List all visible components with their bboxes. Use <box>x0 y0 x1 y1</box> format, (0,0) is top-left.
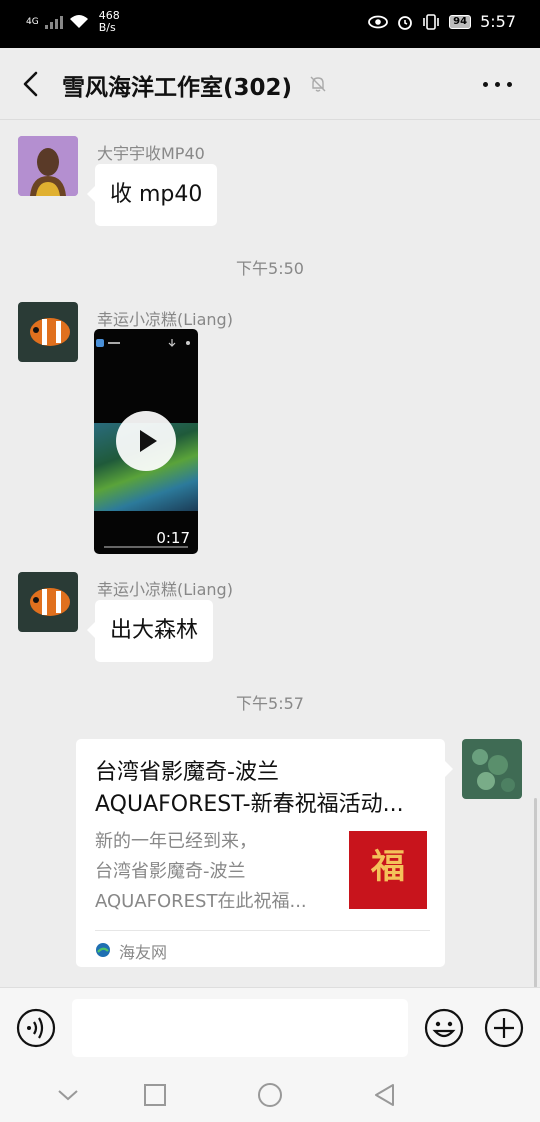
alarm-icon <box>398 15 413 30</box>
recent-apps-icon[interactable] <box>141 1081 169 1109</box>
video-duration: 0:17 <box>156 529 190 547</box>
system-nav-bar <box>0 1067 540 1122</box>
link-card[interactable]: 台湾省影魔奇-波兰 AQUAFOREST-新春祝福活动... 新的一年已经到来，… <box>76 739 453 967</box>
link-card-description: 新的一年已经到来， 台湾省影魔奇-波兰 AQUAFOREST在此祝福... <box>95 831 307 912</box>
back-triangle-icon[interactable] <box>371 1081 399 1109</box>
status-time: 5:57 <box>480 12 516 31</box>
play-icon[interactable] <box>116 411 176 471</box>
video-toolbar <box>96 339 190 347</box>
chat-title[interactable]: 雪风海洋工作室(302) <box>62 68 292 102</box>
timestamp-divider: 下午5:57 <box>236 694 304 713</box>
back-arrow-icon[interactable] <box>18 70 46 98</box>
video-progress-bar <box>104 546 188 548</box>
link-card-source: 海友网 <box>119 943 168 962</box>
scrollbar[interactable] <box>534 798 537 988</box>
sender-name: 幸运小凉糕(Liang) <box>97 310 233 329</box>
voice-icon[interactable] <box>16 1008 56 1048</box>
sender-name: 幸运小凉糕(Liang) <box>97 580 233 599</box>
collapse-icon[interactable] <box>54 1081 82 1109</box>
message-bubble[interactable]: 收 mp40 <box>86 164 218 226</box>
message-bubble[interactable]: 出大森林 <box>86 600 214 662</box>
avatar[interactable] <box>18 572 78 632</box>
home-icon[interactable] <box>256 1081 284 1109</box>
divider <box>95 930 430 931</box>
emoji-icon[interactable] <box>424 1008 464 1048</box>
plus-icon[interactable] <box>484 1008 524 1048</box>
eye-icon <box>368 15 389 28</box>
sender-name: 大宇宇收MP40 <box>97 144 205 163</box>
network-speed: 468 B/s <box>98 9 120 34</box>
source-logo-icon <box>96 943 110 957</box>
avatar[interactable] <box>18 302 78 362</box>
avatar[interactable] <box>18 136 78 196</box>
signal-icon <box>44 15 63 29</box>
muted-bell-icon <box>310 76 326 92</box>
more-dots-icon[interactable] <box>483 82 512 87</box>
avatar[interactable] <box>462 739 522 799</box>
network-type: 4G <box>26 16 39 27</box>
fu-character: 福 <box>371 847 405 887</box>
link-card-thumbnail: 福 <box>349 831 427 909</box>
timestamp-divider: 下午5:50 <box>236 259 304 278</box>
status-bar: 4G 468 B/s 94 5:57 <box>0 0 540 48</box>
message-input[interactable] <box>72 999 408 1057</box>
link-card-title: 台湾省影魔奇-波兰 AQUAFOREST-新春祝福活动... <box>95 760 404 817</box>
wifi-icon <box>69 15 88 28</box>
input-bar <box>0 987 540 1067</box>
battery-indicator: 94 <box>449 14 472 29</box>
vibrate-icon <box>423 13 439 30</box>
chat-header: 雪风海洋工作室(302) <box>0 48 540 120</box>
video-message[interactable]: 0:17 <box>94 329 198 554</box>
